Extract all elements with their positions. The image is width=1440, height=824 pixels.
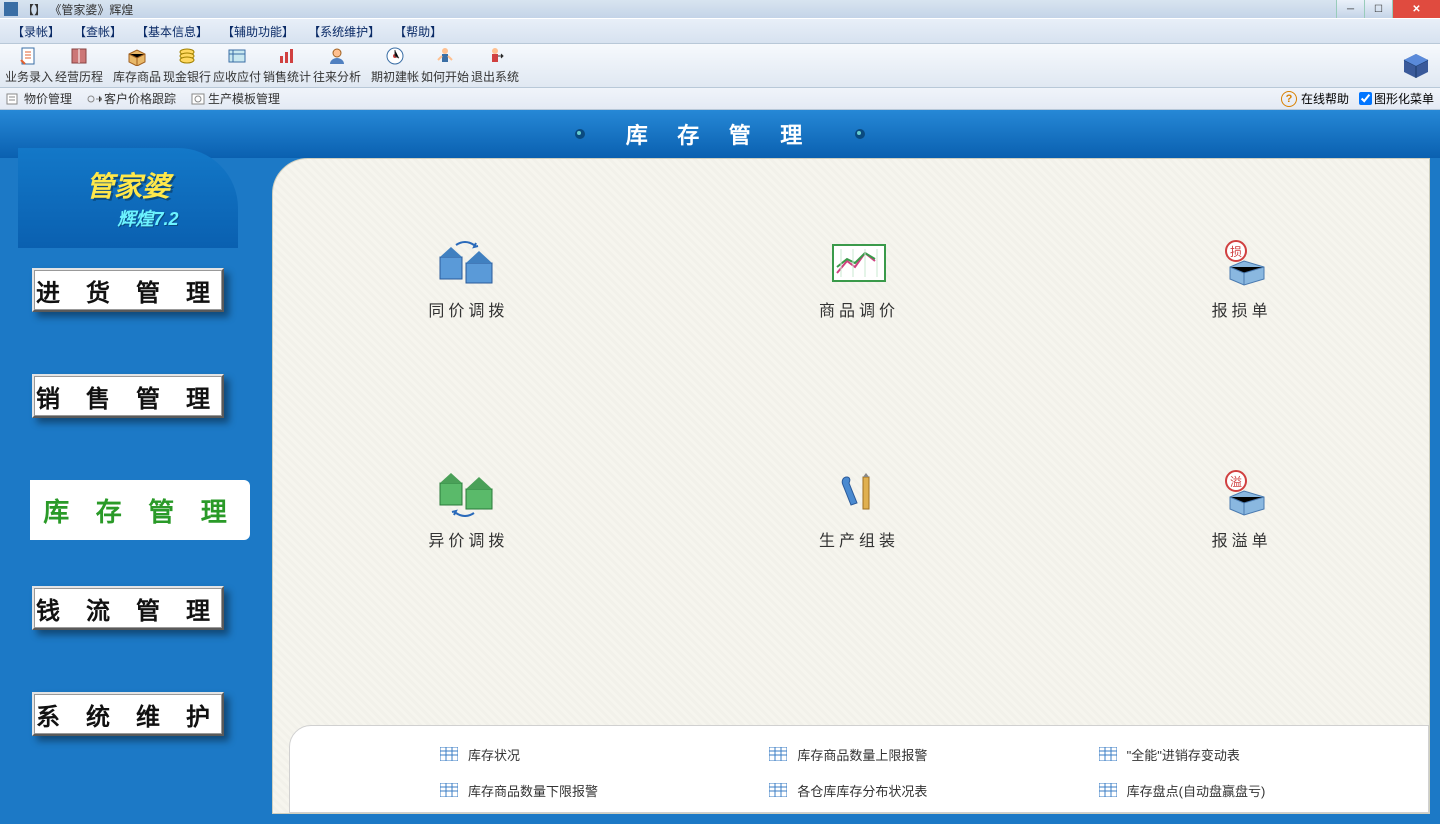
- warehouse-swap-icon: [436, 239, 500, 287]
- toolbar-sales-stats[interactable]: 销售统计: [262, 45, 312, 87]
- track-icon: [86, 92, 102, 106]
- menu-help[interactable]: 【帮助】: [390, 21, 446, 42]
- link-warehouse-distribution[interactable]: 各仓库库存分布状况表: [769, 781, 1058, 800]
- book-icon: [69, 46, 89, 66]
- app-icon: [4, 2, 18, 16]
- price-chart-icon: [827, 239, 891, 287]
- link-full-change-report[interactable]: "全能"进销存变动表: [1099, 745, 1388, 764]
- tag-icon: [6, 92, 22, 106]
- svg-text:损: 损: [1230, 245, 1242, 259]
- link-inventory-audit[interactable]: 库存盘点(自动盘赢盘亏): [1099, 781, 1388, 800]
- maximize-button[interactable]: ☐: [1364, 0, 1392, 18]
- page-title: 库 存 管 理: [626, 118, 815, 150]
- grid-production-assembly[interactable]: 生产组装: [819, 469, 899, 551]
- grid-loss-form[interactable]: 损 报损单: [1210, 239, 1274, 321]
- grid-diff-price-transfer[interactable]: 异价调拨: [428, 469, 508, 551]
- toolbar-business-entry[interactable]: 业务录入: [4, 45, 54, 87]
- grid-report-icon: [769, 783, 787, 797]
- nav-sales-mgmt[interactable]: 销 售 管 理: [32, 374, 224, 418]
- sidebar: 管家婆 辉煌7.2 进 货 管 理 销 售 管 理 库 存 管 理 钱 流 管 …: [0, 110, 252, 824]
- toolbar-receivable[interactable]: 应收应付: [212, 45, 262, 87]
- menubar: 【录帐】 【查帐】 【基本信息】 【辅助功能】 【系统维护】 【帮助】: [0, 18, 1440, 44]
- loss-box-icon: 损: [1210, 239, 1274, 287]
- main-toolbar: 业务录入 经营历程 库存商品 现金银行 应收应付 销售统计 往来分析 期初建帐 …: [0, 44, 1440, 88]
- user-icon: [327, 46, 347, 66]
- link-inventory-status[interactable]: 库存状况: [440, 745, 729, 764]
- titlebar: 【】 《管家婆》辉煌 ─ ☐ ✕: [0, 0, 1440, 18]
- logo-main: 管家婆: [86, 165, 170, 205]
- grid-label: 异价调拨: [428, 527, 508, 551]
- help-icon[interactable]: ?: [1281, 91, 1297, 107]
- graphic-menu-checkbox[interactable]: [1359, 92, 1372, 105]
- grid-same-price-transfer[interactable]: 同价调拨: [428, 239, 508, 321]
- menu-aux[interactable]: 【辅助功能】: [218, 21, 298, 42]
- bottom-links-panel: 库存状况 库存商品数量上限报警 "全能"进销存变动表 库存商品数量下限报警 各仓…: [289, 725, 1429, 813]
- nav-purchase-mgmt[interactable]: 进 货 管 理: [32, 268, 224, 312]
- grid-label: 生产组装: [819, 527, 899, 551]
- template-icon: [190, 92, 206, 106]
- grid-report-icon: [440, 747, 458, 761]
- ledger-icon: [227, 46, 247, 66]
- menu-basic-info[interactable]: 【基本信息】: [132, 21, 212, 42]
- nav-cash-flow-mgmt[interactable]: 钱 流 管 理: [32, 586, 224, 630]
- toolbar-exit[interactable]: 退出系统: [470, 45, 520, 87]
- link-upper-limit-alarm[interactable]: 库存商品数量上限报警: [769, 745, 1058, 764]
- grid-label: 报溢单: [1212, 527, 1272, 551]
- grid-row-2: 异价调拨 生产组装 溢 报溢单: [273, 469, 1429, 551]
- money-icon: [177, 46, 197, 66]
- warehouse-swap2-icon: [436, 469, 500, 517]
- person-icon: [435, 46, 455, 66]
- toolbar2-customer-price-track[interactable]: 客户价格跟踪: [86, 90, 176, 107]
- svg-text:溢: 溢: [1230, 475, 1242, 489]
- tools-icon: [827, 469, 891, 517]
- toolbar2-right: ? 在线帮助 图形化菜单: [1281, 90, 1434, 107]
- grid-overflow-form[interactable]: 溢 报溢单: [1210, 469, 1274, 551]
- close-button[interactable]: ✕: [1392, 0, 1440, 18]
- toolbar-inventory[interactable]: 库存商品: [112, 45, 162, 87]
- toolbar-how-to-start[interactable]: 如何开始: [420, 45, 470, 87]
- link-lower-limit-alarm[interactable]: 库存商品数量下限报警: [440, 781, 729, 800]
- exit-icon: [485, 46, 505, 66]
- grid-report-icon: [440, 783, 458, 797]
- brand-cube-icon: [1398, 48, 1434, 84]
- minimize-button[interactable]: ─: [1336, 0, 1364, 18]
- toolbar-business-analysis[interactable]: 往来分析: [312, 45, 362, 87]
- header-bullet-right-icon: [854, 128, 866, 140]
- content-panel: 同价调拨 商品调价 损 报损单 异价调拨 生产组装 溢 报溢单: [272, 158, 1430, 814]
- graphic-menu-label: 图形化菜单: [1374, 90, 1434, 107]
- window-controls: ─ ☐ ✕: [1336, 0, 1440, 18]
- box-icon: [127, 46, 147, 66]
- secondary-toolbar: 物价管理 客户价格跟踪 生产模板管理 ? 在线帮助 图形化菜单: [0, 88, 1440, 110]
- grid-label: 商品调价: [819, 297, 899, 321]
- menu-system[interactable]: 【系统维护】: [304, 21, 384, 42]
- main-area: 库 存 管 理 管家婆 辉煌7.2 进 货 管 理 销 售 管 理 库 存 管 …: [0, 110, 1440, 824]
- grid-row-1: 同价调拨 商品调价 损 报损单: [273, 239, 1429, 321]
- menu-record[interactable]: 【录帐】: [8, 21, 64, 42]
- clock-icon: [385, 46, 405, 66]
- grid-label: 同价调拨: [428, 297, 508, 321]
- toolbar2-production-template[interactable]: 生产模板管理: [190, 90, 280, 107]
- doc-icon: [19, 46, 39, 66]
- overflow-box-icon: 溢: [1210, 469, 1274, 517]
- nav-inventory-mgmt[interactable]: 库 存 管 理: [30, 480, 250, 540]
- nav-system-maint[interactable]: 系 统 维 护: [32, 692, 224, 736]
- toolbar-cash-bank[interactable]: 现金银行: [162, 45, 212, 87]
- grid-report-icon: [1099, 783, 1117, 797]
- chart-icon: [277, 46, 297, 66]
- toolbar-history[interactable]: 经营历程: [54, 45, 104, 87]
- window-title: 【】 《管家婆》辉煌: [22, 1, 133, 18]
- online-help-link[interactable]: 在线帮助: [1301, 90, 1349, 107]
- grid-label: 报损单: [1212, 297, 1272, 321]
- toolbar2-price-mgmt[interactable]: 物价管理: [6, 90, 72, 107]
- toolbar-initial-accounts[interactable]: 期初建帐: [370, 45, 420, 87]
- logo-sub: 辉煌7.2: [117, 205, 178, 231]
- logo-box: 管家婆 辉煌7.2: [18, 148, 238, 248]
- menu-query[interactable]: 【查帐】: [70, 21, 126, 42]
- grid-product-reprice[interactable]: 商品调价: [819, 239, 899, 321]
- grid-report-icon: [1099, 747, 1117, 761]
- grid-report-icon: [769, 747, 787, 761]
- header-bullet-left-icon: [574, 128, 586, 140]
